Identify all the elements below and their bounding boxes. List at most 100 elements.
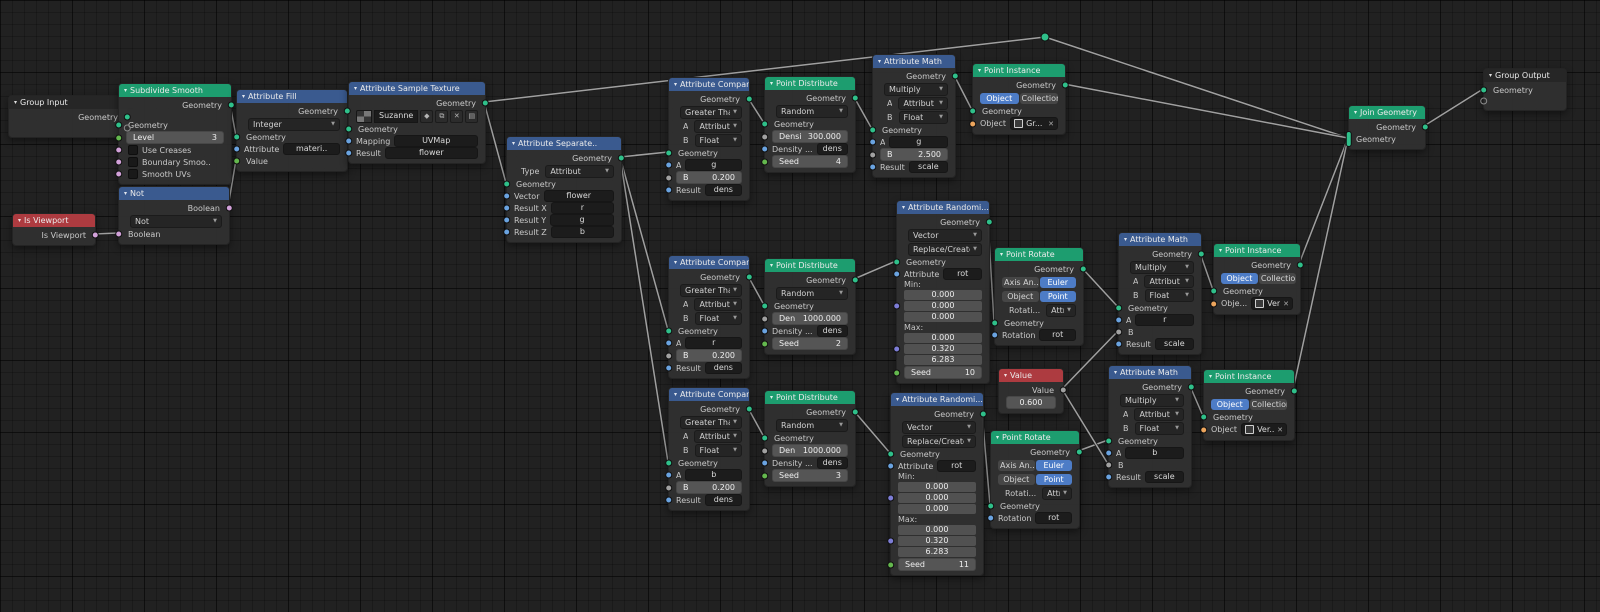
input-socket[interactable] (761, 145, 769, 153)
vector-component[interactable]: 6.283 (904, 355, 982, 365)
checkbox[interactable] (128, 145, 138, 155)
dropdown[interactable]: Greater Than▼ (680, 283, 742, 297)
collapse-icon[interactable]: ▾ (18, 217, 21, 224)
output-socket[interactable] (91, 231, 99, 239)
dropdown[interactable]: Float ▼ (694, 443, 742, 457)
input-socket[interactable] (761, 447, 769, 454)
value-field[interactable]: scale (1154, 338, 1194, 350)
slider-field[interactable]: 0.600 (1006, 396, 1056, 409)
checker-icon[interactable] (356, 109, 372, 123)
toggle-button[interactable]: Axis An... (998, 459, 1035, 471)
input-socket[interactable] (665, 186, 673, 194)
value-field[interactable]: dens (816, 143, 848, 155)
input-socket[interactable] (503, 180, 511, 188)
output-socket[interactable] (851, 408, 859, 416)
dropdown[interactable]: Not ▼ (130, 214, 222, 228)
slider-field[interactable]: Seed 11 (898, 558, 976, 571)
input-socket[interactable] (503, 228, 511, 236)
value-field[interactable]: g (685, 159, 742, 171)
node-ss[interactable]: ▾ Subdivide Smooth Geometry Geometry Level 3 U… (115, 83, 235, 185)
input-socket[interactable] (1345, 131, 1352, 147)
slider-field[interactable]: Level 3 (126, 131, 224, 144)
input-socket[interactable] (893, 258, 901, 266)
node-header[interactable]: ▾ Point Distribute (765, 77, 855, 90)
slider-field[interactable]: Densi 300.000 (772, 130, 848, 143)
output-socket[interactable] (985, 218, 993, 226)
node-header[interactable]: ▾ Point Rotate (995, 248, 1083, 261)
node-rnd2[interactable]: ▾ Attribute Randomi... Geometry Vector ▼ Repl… (887, 392, 987, 576)
value-field[interactable]: b (685, 469, 742, 481)
vector-component[interactable]: 0.000 (898, 525, 976, 535)
slider-field[interactable]: B 2.500 (880, 148, 948, 161)
vector-component[interactable]: 0.000 (904, 301, 982, 311)
node-header[interactable]: ▾ Attribute Math (1109, 366, 1191, 379)
input-socket[interactable] (115, 170, 123, 178)
input-socket[interactable] (665, 364, 673, 372)
value-field[interactable]: rot (937, 460, 976, 472)
node-header[interactable]: ▾ Attribute Math (873, 55, 955, 68)
output-socket[interactable] (1061, 81, 1069, 89)
input-socket[interactable] (869, 138, 877, 146)
node-header[interactable]: ▾ Point Instance (1204, 370, 1294, 383)
slider-field[interactable]: Seed 4 (772, 155, 848, 168)
node-header[interactable]: ▾ Attribute Separate.. (507, 137, 621, 150)
input-socket[interactable] (1115, 340, 1123, 348)
output-socket[interactable] (617, 154, 625, 162)
toggle-button[interactable]: Euler (1039, 276, 1076, 288)
value-field[interactable]: rot (943, 268, 982, 280)
node-header[interactable]: ▾ Value (999, 369, 1063, 382)
collapse-icon[interactable]: ▾ (1004, 372, 1007, 379)
toggle-button[interactable]: Collection (1258, 272, 1296, 284)
toggle-button[interactable]: Object (980, 92, 1019, 104)
input-socket[interactable] (345, 149, 353, 157)
output-socket[interactable] (851, 276, 859, 284)
output-socket[interactable] (979, 410, 987, 418)
checkbox[interactable] (128, 157, 138, 167)
node-header[interactable]: ▾ Attribute Compare (669, 388, 749, 401)
input-socket[interactable] (761, 315, 769, 322)
node-header[interactable]: ▾ Attribute Randomi... (891, 393, 983, 406)
slider-field[interactable]: B 0.200 (676, 481, 742, 494)
collapse-icon[interactable]: ▾ (978, 67, 981, 74)
output-socket[interactable] (1197, 250, 1205, 258)
input-socket[interactable] (665, 149, 673, 157)
collapse-icon[interactable]: ▾ (1219, 247, 1222, 254)
value-field[interactable]: materi.. (283, 143, 340, 155)
output-socket[interactable] (343, 107, 351, 115)
input-socket[interactable] (869, 126, 877, 134)
node-header[interactable]: ▾ Is Viewport (13, 214, 95, 227)
vector-component[interactable]: 0.320 (904, 344, 982, 354)
input-socket[interactable] (869, 163, 877, 171)
input-socket[interactable] (969, 107, 977, 115)
dropdown[interactable]: Vector ▼ (908, 228, 982, 242)
collapse-icon[interactable]: ▾ (996, 434, 999, 441)
value-field[interactable]: g (550, 214, 614, 226)
input-socket[interactable] (987, 502, 995, 510)
node-math2[interactable]: ▾ Attribute Math Geometry Multiply ▼ A Attribu… (1115, 232, 1205, 355)
node-header[interactable]: ▾ Point Instance (1214, 244, 1300, 257)
collapse-icon[interactable]: ▾ (1209, 373, 1212, 380)
node-header[interactable]: ▾ Attribute Compare (669, 78, 749, 91)
dropdown[interactable]: Attribut ▼ (898, 96, 948, 110)
collapse-icon[interactable]: ▾ (354, 85, 357, 92)
output-socket[interactable] (227, 101, 235, 109)
node-header[interactable]: ▾ Point Instance (973, 64, 1065, 77)
dropdown[interactable]: Attrib...▼ (1042, 486, 1072, 500)
collapse-icon[interactable]: ▾ (896, 396, 899, 403)
vector-component[interactable]: 0.000 (904, 312, 982, 322)
input-socket[interactable] (1115, 316, 1123, 324)
node-rot1[interactable]: ▾ Point Rotate Geometry Axis An... Euler Obje… (991, 247, 1087, 346)
collapse-icon[interactable]: ▾ (242, 93, 245, 100)
node-inst2[interactable]: ▾Point Instance Geometry ObjectCollection G… (1210, 243, 1304, 315)
value-field[interactable]: r (550, 202, 614, 214)
input-socket[interactable] (115, 146, 123, 154)
node-ast[interactable]: ▾ Attribute Sample Texture Geometry Suzanne… (345, 81, 489, 164)
input-socket[interactable] (233, 157, 241, 165)
input-socket[interactable] (503, 192, 511, 200)
dropdown[interactable]: Attribut ▼ (545, 164, 614, 178)
collapse-icon[interactable]: ▾ (878, 58, 881, 65)
input-socket[interactable] (115, 121, 123, 129)
input-socket[interactable] (665, 352, 673, 359)
dropdown[interactable]: Attribut ▼ (1144, 274, 1194, 288)
toggle-button[interactable]: Axis An... (1002, 276, 1039, 288)
